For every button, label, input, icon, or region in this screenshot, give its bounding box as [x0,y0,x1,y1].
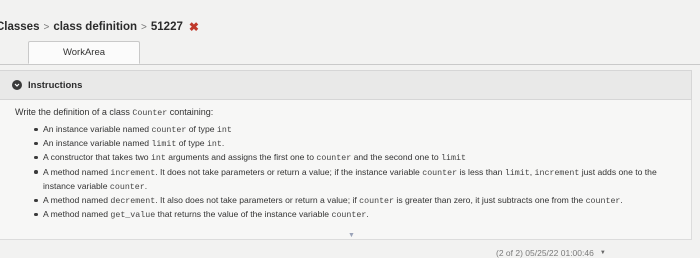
code-token: counter [109,182,145,192]
instructions-title: Instructions [28,79,83,91]
intro-text: containing: [167,107,214,117]
requirement-text: of type [186,124,217,134]
requirement-text: A method named [43,209,111,220]
code-token: limit [504,168,530,178]
code-token: counter [151,126,187,135]
tab-workarea[interactable]: WorkArea [28,41,140,64]
requirement-item: A method named get_value that returns th… [34,208,674,222]
breadcrumb-item-exercise-id: 51227 [150,21,183,33]
code-token: counter [316,154,352,164]
breadcrumb-separator: > [141,21,147,33]
code-token: get_value [110,211,156,221]
tab-bar: WorkArea [0,41,700,65]
requirement-text: . [620,195,623,206]
breadcrumb-item-classes[interactable]: Classes [0,21,39,33]
requirement-text: . [366,209,369,220]
code-token: counter [422,168,458,178]
code-token: increment [110,168,156,178]
code-token: counter [585,197,621,207]
instructions-intro: Write the definition of a class Counter … [15,107,213,118]
instructions-header[interactable]: Instructions [0,70,692,100]
chevron-down-circle-icon[interactable] [12,80,22,90]
dropdown-arrow-icon[interactable]: ▼ [600,250,606,256]
code-token: limit [151,140,177,150]
requirement-text: A method named [43,166,111,177]
requirement-item: A constructor that takes two int argumen… [34,151,674,165]
requirement-item: A method named increment. It does not ta… [34,166,674,194]
requirement-text: arguments and assigns the first one to [165,152,317,163]
requirement-text: . It also does not take parameters or re… [155,195,360,206]
code-token: int [150,154,166,164]
requirement-text: and the second one to [351,152,442,163]
intro-text: Write the definition of a class [15,107,133,117]
requirement-text: An instance variable named [43,138,152,149]
code-token: increment [534,168,580,178]
code-token: counter [359,197,395,207]
code-token: decrement [110,197,156,207]
breadcrumb-item-class-definition[interactable]: class definition [53,21,137,33]
requirement-text: that returns the value of the instance v… [155,209,332,220]
code-token: limit [441,154,466,164]
code-token: int [206,140,222,150]
intro-code: Counter [132,109,168,118]
code-token: counter [331,211,367,221]
requirement-text: . It does not take parameters or return … [155,166,423,177]
requirements-list: An instance variable named counter of ty… [34,123,674,222]
chevron-down-icon: ▼ [348,232,355,239]
instructions-content: Write the definition of a class Counter … [0,100,692,240]
requirement-text: . [221,138,225,149]
breadcrumb: Classes > class definition > 51227 ✖ [0,20,199,34]
requirement-text: is greater than zero, it just subtracts … [394,195,586,206]
breadcrumb-separator: > [43,21,50,33]
requirement-text: An instance variable named [43,124,152,134]
requirement-text: is less than [457,166,505,177]
requirement-text: A constructor that takes two [43,152,151,163]
requirement-item: An instance variable named counter of ty… [34,123,674,137]
requirement-text: . [144,180,148,191]
requirement-text: of type [176,138,207,149]
requirement-item: A method named decrement. It also does n… [34,194,674,208]
close-icon[interactable]: ✖ [189,20,199,34]
requirement-item: An instance variable named limit of type… [34,137,674,151]
code-token: int [216,126,232,135]
requirement-text: A method named [43,195,111,206]
